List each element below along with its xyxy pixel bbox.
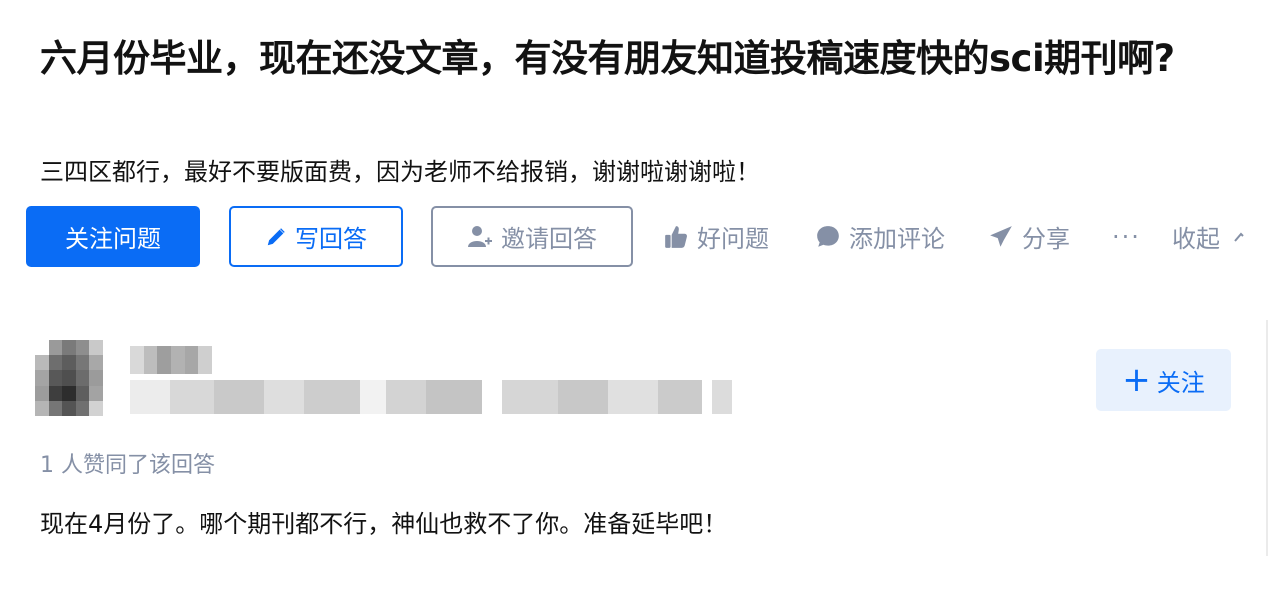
share-label: 分享 <box>1022 225 1070 253</box>
write-answer-button[interactable]: 写回答 <box>229 206 403 267</box>
add-comment-label: 添加评论 <box>849 225 945 253</box>
more-button[interactable]: ··· <box>1112 206 1141 267</box>
scroll-divider <box>1266 320 1268 556</box>
add-person-icon <box>468 225 492 247</box>
follow-author-button[interactable]: + 关注 <box>1096 349 1231 411</box>
pencil-icon <box>267 227 285 245</box>
author-name-redacted[interactable] <box>130 346 213 374</box>
plus-icon: + <box>1122 360 1151 400</box>
question-detail: 三四区都行，最好不要版面费，因为老师不给报销，谢谢啦谢谢啦！ <box>40 158 760 186</box>
good-question-label: 好问题 <box>697 225 769 253</box>
avatar[interactable] <box>35 340 103 416</box>
good-question-button[interactable]: 好问题 <box>663 206 769 267</box>
more-label: ··· <box>1112 222 1141 251</box>
vote-count: 1 人赞同了该回答 <box>40 453 215 478</box>
paper-plane-icon <box>990 225 1012 247</box>
follow-question-label: 关注问题 <box>65 225 161 253</box>
invite-answer-button[interactable]: 邀请回答 <box>431 206 633 267</box>
collapse-label: 收起 <box>1172 225 1220 253</box>
question-page: 六月份毕业，现在还没文章，有没有朋友知道投稿速度快的sci期刊啊? 三四区都行，… <box>0 0 1269 607</box>
comment-bubble-icon <box>817 225 839 247</box>
share-button[interactable]: 分享 <box>988 206 1070 267</box>
answer-content: 现在4月份了。哪个期刊都不行，神仙也救不了你。准备延毕吧！ <box>40 510 728 538</box>
thumbs-up-icon <box>665 225 687 248</box>
chevron-up-icon <box>1234 232 1244 242</box>
question-title: 六月份毕业，现在还没文章，有没有朋友知道投稿速度快的sci期刊啊? <box>40 37 1175 80</box>
invite-answer-label: 邀请回答 <box>501 225 597 253</box>
collapse-button[interactable]: 收起 <box>1172 206 1248 267</box>
author-bio-redacted <box>130 380 732 414</box>
follow-question-button[interactable]: 关注问题 <box>26 206 200 267</box>
write-answer-label: 写回答 <box>295 225 367 253</box>
add-comment-button[interactable]: 添加评论 <box>815 206 945 267</box>
follow-author-label: 关注 <box>1156 368 1205 397</box>
question-action-bar: 关注问题 写回答 邀请回答 好问题 添加评论 分享 ··· 收起 <box>26 206 1269 268</box>
